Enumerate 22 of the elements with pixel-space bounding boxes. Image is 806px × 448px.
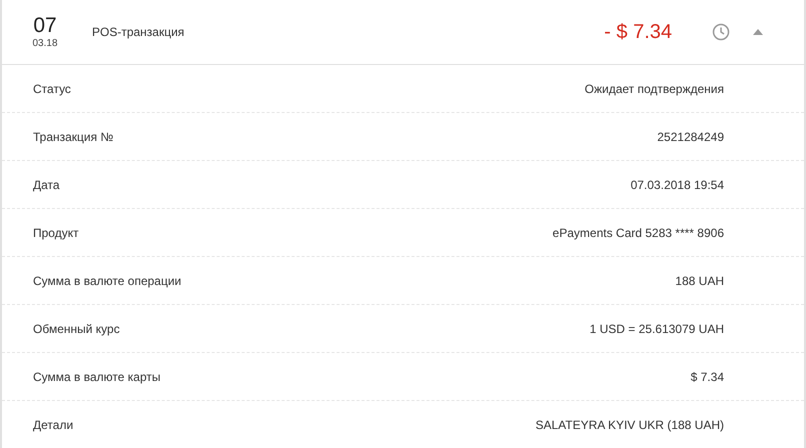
detail-value: 07.03.2018 19:54 (630, 176, 724, 194)
detail-value: Ожидает подтверждения (584, 80, 724, 98)
detail-label: Дата (33, 176, 60, 194)
day-number: 07 (33, 14, 57, 38)
detail-label: Детали (33, 417, 74, 434)
caret-icon[interactable] (753, 29, 763, 35)
detail-value: ePayments Card 5283 **** 8906 (552, 224, 724, 242)
detail-value: 188 UAH (675, 272, 724, 290)
detail-label: Продукт (33, 224, 79, 242)
detail-label: Обменный курс (33, 320, 120, 338)
detail-label: Сумма в валюте карты (33, 368, 160, 386)
detail-value: 2521284249 (657, 128, 724, 146)
detail-label: Статус (33, 80, 71, 98)
transaction-title: POS-транзакция (92, 24, 184, 41)
detail-label: Транзакция № (33, 128, 114, 146)
detail-value: SALATEYRA KYIV UKR (188 UAH) (535, 417, 724, 434)
detail-value: 1 USD = 25.613079 UAH (590, 320, 724, 338)
detail-label: Сумма в валюте операции (33, 272, 182, 290)
transaction-amount: - $ 7.34 (604, 20, 672, 45)
clock-icon (712, 23, 730, 41)
detail-value: $ 7.34 (690, 368, 724, 386)
month-year: 03.18 (32, 38, 58, 50)
